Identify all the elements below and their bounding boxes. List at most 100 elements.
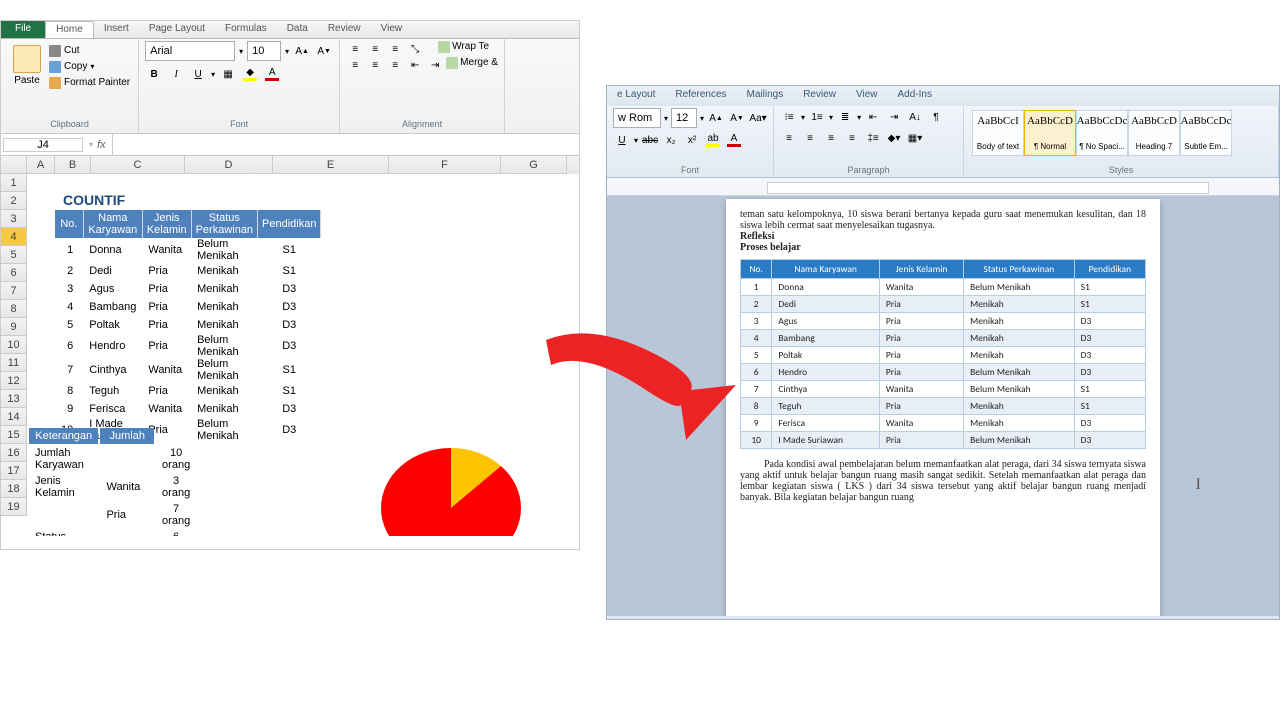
align-top-button[interactable]: ≡ [346,41,364,57]
table-row: 2DediPriaMenikahS1 [741,296,1146,313]
font-name-select[interactable] [145,41,235,61]
column-headers[interactable]: ABCDEFG [27,156,579,174]
style--normal[interactable]: AaBbCcD¶ Normal [1024,110,1076,156]
wth-sp: Status Perkawinan [964,260,1075,279]
copy-button[interactable]: Copy▾ [49,59,130,75]
word-tab-mailings[interactable]: Mailings [737,86,794,106]
scissors-icon [49,45,61,57]
italic-button[interactable]: I [167,65,185,83]
tab-home[interactable]: Home [45,21,94,38]
styles-group-label: Styles [970,165,1272,175]
word-align-right[interactable]: ≡ [822,129,840,147]
fill-color-button[interactable]: ◆ [241,65,259,83]
tab-view[interactable]: View [371,21,413,38]
align-left-button[interactable]: ≡ [346,57,364,73]
doc-heading-proses: Proses belajar [740,242,1146,253]
style--no-spaci-[interactable]: AaBbCcDc¶ No Spaci... [1076,110,1128,156]
tab-formulas[interactable]: Formulas [215,21,277,38]
word-dec-indent[interactable]: ⇤ [864,108,882,126]
formula-input[interactable] [112,134,579,155]
underline-button[interactable]: U [189,65,207,83]
copy-icon [49,61,61,73]
border-dropdown-button[interactable]: ▦▾ [906,129,924,147]
sort-button[interactable]: A↓ [906,108,924,126]
paste-button[interactable]: Paste [7,41,47,93]
table-row: 5PoltakPriaMenikahD3 [741,347,1146,364]
spreadsheet-grid[interactable]: ABCDEFG 12345678910111213141516171819 CO… [1,156,579,536]
align-middle-button[interactable]: ≡ [366,41,384,57]
word-shrink-font[interactable]: A▼ [728,109,746,127]
th-jk: Jenis Kelamin [142,210,191,238]
alignment-group-label: Alignment [346,117,498,131]
word-change-case[interactable]: Aa▾ [749,109,767,127]
word-align-justify[interactable]: ≡ [843,129,861,147]
word-grow-font[interactable]: A▲ [707,109,725,127]
multilevel-button[interactable]: ≣ [836,108,854,126]
style-heading-7[interactable]: AaBbCcDHeading 7 [1128,110,1180,156]
doc-heading-refleksi: Refleksi [740,231,1146,242]
summary-table: KeteranganJumlah Jumlah Karyawan10 orang… [27,426,198,536]
font-size-select[interactable] [247,41,281,61]
numbering-button[interactable]: 1≡ [808,108,826,126]
word-font-name[interactable] [613,108,661,128]
th-keterangan: Keterangan [29,428,98,444]
word-superscript[interactable]: x² [683,131,701,149]
font-color-button[interactable]: A [263,65,281,83]
wth-no: No. [741,260,772,279]
decrease-indent-button[interactable]: ⇤ [406,57,424,73]
word-font-size[interactable] [671,108,697,128]
show-marks-button[interactable]: ¶ [927,108,945,126]
align-center-button[interactable]: ≡ [366,57,384,73]
word-highlight[interactable]: ab [704,131,722,149]
word-font-color[interactable]: A [725,131,743,149]
orientation-button[interactable]: ⤡ [406,41,424,57]
tab-data[interactable]: Data [277,21,318,38]
bold-button[interactable]: B [145,65,163,83]
word-tab-references[interactable]: References [665,86,736,106]
arrow-icon [536,310,746,460]
select-all-corner[interactable] [1,156,27,174]
style-body-of-text[interactable]: AaBbCcIBody of text [972,110,1024,156]
name-box[interactable]: J4 [3,138,83,152]
formula-bar: J4 ▾ fx [1,134,579,156]
group-clipboard: Paste Cut Copy▾ Format Painter Clipboard [1,39,139,133]
wth-jk: Jenis Kelamin [879,260,963,279]
tab-review[interactable]: Review [318,21,371,38]
word-tab-review[interactable]: Review [793,86,846,106]
increase-font-button[interactable]: A▲ [293,42,311,60]
align-bottom-button[interactable]: ≡ [386,41,404,57]
word-tab-view[interactable]: View [846,86,888,106]
format-painter-button[interactable]: Format Painter [49,75,130,91]
group-font: ▾ ▾ A▲ A▼ B I U ▾ ▦ ◆ A Font [139,39,340,133]
word-inc-indent[interactable]: ⇥ [885,108,903,126]
summary-row: Jumlah Karyawan10 orang [29,446,196,472]
word-group-styles: AaBbCcIBody of textAaBbCcD¶ NormalAaBbCc… [964,106,1279,177]
tab-insert[interactable]: Insert [94,21,139,38]
line-spacing-button[interactable]: ‡≡ [864,129,882,147]
table-row: 4BambangPriaMenikahD3 [741,330,1146,347]
word-subscript[interactable]: x₂ [662,131,680,149]
word-tab-addins[interactable]: Add-Ins [888,86,942,106]
word-tab-layout[interactable]: e Layout [607,86,665,106]
increase-indent-button[interactable]: ⇥ [426,57,444,73]
merge-button[interactable]: Merge & [460,57,498,73]
word-align-center[interactable]: ≡ [801,129,819,147]
decrease-font-button[interactable]: A▼ [315,42,333,60]
word-align-left[interactable]: ≡ [780,129,798,147]
horizontal-ruler[interactable] [607,178,1279,196]
pie-chart [381,448,521,536]
word-underline[interactable]: U [613,131,631,149]
shading-button[interactable]: ◆▾ [885,129,903,147]
summary-row: Jenis KelaminWanita3 orang [29,474,196,500]
style-subtle-em-[interactable]: AaBbCcDcSubtle Em... [1180,110,1232,156]
wrap-text-button[interactable]: Wrap Te [452,41,489,57]
align-right-button[interactable]: ≡ [386,57,404,73]
row-headers[interactable]: 12345678910111213141516171819 [1,174,27,516]
cut-button[interactable]: Cut [49,43,130,59]
tab-page-layout[interactable]: Page Layout [139,21,215,38]
word-strike[interactable]: abc [641,131,659,149]
border-button[interactable]: ▦ [219,65,237,83]
bullets-button[interactable]: ⁝≡ [780,108,798,126]
th-no: No. [55,210,83,238]
tab-file[interactable]: File [1,21,45,38]
